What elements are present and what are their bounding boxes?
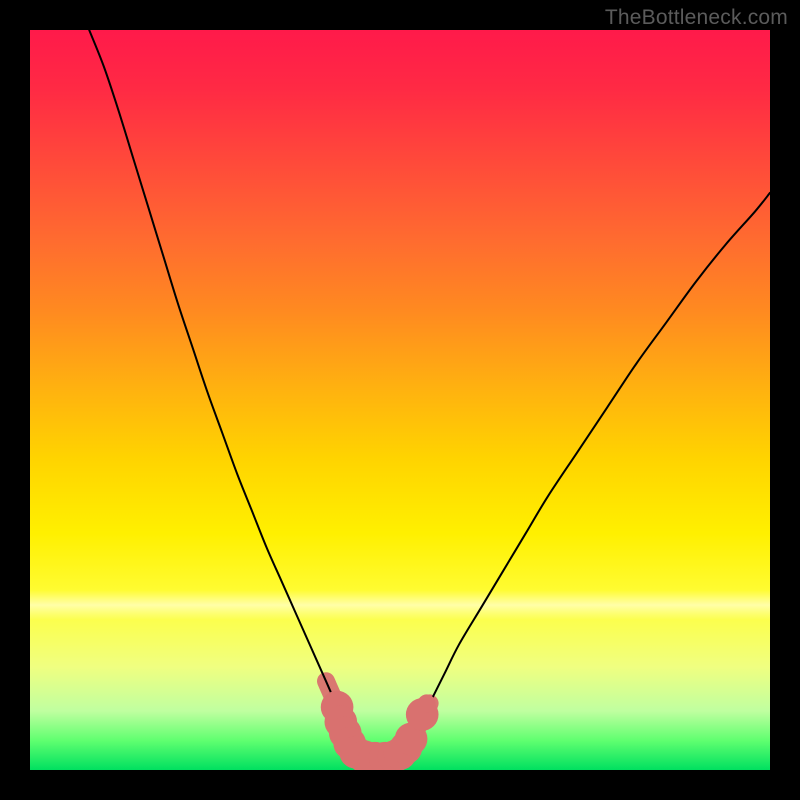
valley-marker-dot — [418, 694, 436, 712]
plot-area — [30, 30, 770, 770]
watermark-text: TheBottleneck.com — [605, 6, 788, 30]
outer-frame: TheBottleneck.com — [0, 0, 800, 800]
chart-svg — [30, 30, 770, 770]
bottleneck-curve — [89, 30, 770, 759]
